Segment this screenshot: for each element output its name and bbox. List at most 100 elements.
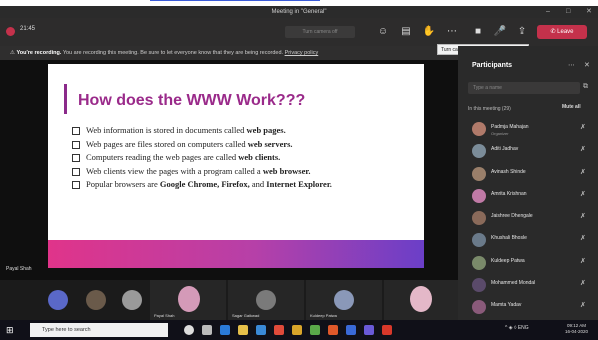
avatar <box>472 278 486 293</box>
share-link-icon[interactable]: ⧉ <box>583 83 588 91</box>
avatar <box>122 290 142 310</box>
video-tile[interactable]: Kuldeep Patwa <box>306 280 382 320</box>
avatar <box>256 290 276 310</box>
clock[interactable]: 09:12 AM 16-04-2020 <box>565 323 588 335</box>
clock-date: 16-04-2020 <box>565 329 589 334</box>
participant-item[interactable]: Avinash Shinde ✗ <box>468 163 596 185</box>
invite-input[interactable]: Type a name <box>468 82 580 94</box>
video-tile[interactable]: Sagar Gaikwad <box>228 280 304 320</box>
mic-off-icon[interactable]: ✗ <box>580 123 586 131</box>
participants-icon[interactable]: ☺ <box>375 24 391 40</box>
recording-icon <box>6 27 15 36</box>
mic-off-icon[interactable]: ✗ <box>580 234 586 242</box>
close-icon[interactable]: ✕ <box>584 61 590 69</box>
video-tile[interactable] <box>384 280 458 320</box>
participant-role: Organizer <box>491 131 509 136</box>
slide-bullets: Web information is stored in documents c… <box>72 124 422 192</box>
tile-name: Kuldeep Patwa <box>310 313 337 318</box>
participant-item[interactable]: Kuldeep Patwa ✗ <box>468 252 596 274</box>
mic-off-icon[interactable]: ✗ <box>580 190 586 198</box>
avatar <box>48 290 68 310</box>
participant-item[interactable]: Khushali Bhosle ✗ <box>468 229 596 251</box>
video-tile[interactable]: Payal Shah <box>150 280 226 320</box>
more-options-icon[interactable]: ⋯ <box>444 24 460 40</box>
participants-panel: Participants ⋯ ✕ Type a name ⧉ In this m… <box>458 46 598 320</box>
privacy-policy-link[interactable]: Privacy policy <box>285 50 319 56</box>
participant-name: Mohammed Mondal <box>491 280 536 287</box>
avatar <box>472 144 486 159</box>
bullet-item: Popular browsers are Google Chrome, Fire… <box>72 178 422 192</box>
mic-off-icon[interactable]: ✗ <box>580 257 586 265</box>
window-title: Meeting in "General" <box>271 9 327 15</box>
participant-name: Kuldeep Patwa <box>491 257 525 264</box>
more-options-icon[interactable]: ⋯ <box>568 61 575 69</box>
camera-icon[interactable]: ■ <box>470 24 486 40</box>
presenter-name: Payal Shah <box>6 266 32 272</box>
mic-off-icon[interactable]: ✗ <box>580 145 586 153</box>
app-icon[interactable] <box>310 325 320 335</box>
app-icon[interactable] <box>328 325 338 335</box>
avatar <box>334 290 354 310</box>
participant-name: Amrita Krishnan <box>491 190 527 197</box>
avatar <box>472 211 486 226</box>
mic-off-icon[interactable]: ✗ <box>580 279 586 287</box>
minimize-icon[interactable]: – <box>546 6 550 18</box>
avatar <box>472 188 486 203</box>
leave-button[interactable]: ✆ Leave <box>537 25 587 39</box>
taskbar-search-input[interactable]: Type here to search <box>30 323 168 337</box>
task-view-icon[interactable] <box>202 325 212 335</box>
tile-name: Payal Shah <box>154 313 175 318</box>
system-tray[interactable]: ^ ◈ ◊ ENG <box>505 325 529 331</box>
taskbar: ⊞ Type here to search ^ ◈ ◊ ENG 09:12 AM… <box>0 320 598 340</box>
mute-all-button[interactable]: Mute all <box>562 104 581 110</box>
participant-item[interactable]: Jaishree Dhengale ✗ <box>468 207 596 229</box>
chrome-icon[interactable] <box>292 325 302 335</box>
windows-start-icon[interactable]: ⊞ <box>6 325 14 336</box>
app-icon[interactable] <box>382 325 392 335</box>
avatar <box>472 122 486 136</box>
meeting-timer: 21:45 <box>20 26 36 32</box>
avatar <box>86 290 106 310</box>
slide-title: How does the WWW Work??? <box>78 92 306 109</box>
slide-footer-band <box>48 240 424 268</box>
app-icon[interactable] <box>274 325 284 335</box>
store-icon[interactable] <box>256 325 266 335</box>
video-tile[interactable] <box>40 280 76 320</box>
video-strip: Payal Shah Sagar Gaikwad Kuldeep Patwa <box>0 280 458 320</box>
slide-accent <box>64 84 67 114</box>
edge-icon[interactable] <box>220 325 230 335</box>
file-explorer-icon[interactable] <box>238 325 248 335</box>
chat-icon[interactable]: ▤ <box>398 24 414 40</box>
participant-item[interactable]: Mamta Yadav ✗ <box>468 296 596 318</box>
video-tile[interactable] <box>78 280 114 320</box>
avatar <box>178 286 200 312</box>
maximize-icon[interactable]: □ <box>566 6 570 18</box>
close-icon[interactable]: ✕ <box>586 6 592 18</box>
participant-list: Padmja Mahajan Organizer ✗ Aditi Jadhav ✗ A… <box>468 118 596 319</box>
participant-name: Padmja Mahajan <box>491 124 529 130</box>
share-icon[interactable]: ⇪ <box>514 24 530 40</box>
participant-item[interactable]: Aditi Jadhav ✗ <box>468 140 596 162</box>
recording-banner: ⚠ You're recording. You are recording th… <box>0 46 458 60</box>
tile-name: Sagar Gaikwad <box>232 313 260 318</box>
participant-item[interactable]: Mohammed Mondal ✗ <box>468 274 596 296</box>
participant-name: Aditi Jadhav <box>491 146 519 153</box>
mic-off-icon[interactable]: ✗ <box>580 168 586 176</box>
participant-name: Khushali Bhosle <box>491 235 527 242</box>
cortana-icon[interactable] <box>184 325 194 335</box>
word-icon[interactable] <box>346 325 356 335</box>
banner-text: You are recording this meeting. Be sure … <box>62 50 284 56</box>
participant-item[interactable]: Amrita Krishnan ✗ <box>468 185 596 207</box>
microphone-icon[interactable]: 🎤 <box>492 24 508 40</box>
raise-hand-icon[interactable]: ✋ <box>421 24 437 40</box>
mic-off-icon[interactable]: ✗ <box>580 212 586 220</box>
participant-item[interactable]: Padmja Mahajan Organizer ✗ <box>468 118 596 140</box>
avatar <box>472 166 486 181</box>
avatar <box>472 255 486 270</box>
mic-off-icon[interactable]: ✗ <box>580 301 586 309</box>
camera-button[interactable]: Turn camera off <box>285 26 355 38</box>
participant-name: Avinash Shinde <box>491 168 526 175</box>
video-tile[interactable] <box>116 280 148 320</box>
avatar <box>472 233 486 248</box>
teams-icon[interactable] <box>364 325 374 335</box>
